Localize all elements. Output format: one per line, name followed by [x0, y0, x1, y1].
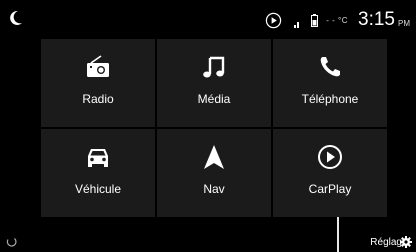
tile-carplay[interactable]: CarPlay: [273, 129, 387, 217]
tile-phone[interactable]: Téléphone: [273, 39, 387, 127]
bottom-bar: Réglag: [0, 217, 416, 252]
status-indicators: - - °C 3:15 PM: [265, 8, 410, 32]
app-grid: Radio Média Téléphone Véhicule Nav CarPl…: [41, 39, 410, 217]
tile-label: Nav: [203, 182, 225, 196]
carplay-icon: [316, 143, 344, 171]
tile-vehicle[interactable]: Véhicule: [41, 129, 155, 217]
tile-nav[interactable]: Nav: [157, 129, 271, 217]
tile-label: CarPlay: [308, 182, 352, 196]
navigation-arrow-icon: [200, 143, 228, 171]
battery-icon: [311, 13, 319, 27]
tile-radio[interactable]: Radio: [41, 39, 155, 127]
gear-icon: [400, 236, 412, 248]
tile-label: Téléphone: [301, 92, 359, 106]
settings-label: Réglag: [370, 236, 402, 248]
tile-label: Véhicule: [74, 182, 122, 196]
status-bar: - - °C 3:15 PM: [0, 0, 416, 38]
temperature-readout: - - °C: [326, 15, 349, 25]
home-icon[interactable]: [6, 236, 17, 248]
phone-icon: [316, 53, 344, 81]
tile-label: Média: [197, 92, 231, 106]
settings-button[interactable]: Réglag: [370, 236, 412, 248]
music-note-icon: [200, 53, 228, 81]
clock-time: 3:15: [358, 9, 395, 30]
carplay-status-icon: [266, 12, 282, 28]
clock-ampm: PM: [398, 19, 410, 28]
night-mode-icon[interactable]: [9, 10, 23, 26]
radio-icon: [84, 53, 112, 81]
signal-strength-icon: [294, 22, 300, 28]
tile-media[interactable]: Média: [157, 39, 271, 127]
car-icon: [84, 143, 112, 171]
tile-label: Radio: [82, 92, 114, 106]
bottom-divider: [337, 217, 339, 252]
